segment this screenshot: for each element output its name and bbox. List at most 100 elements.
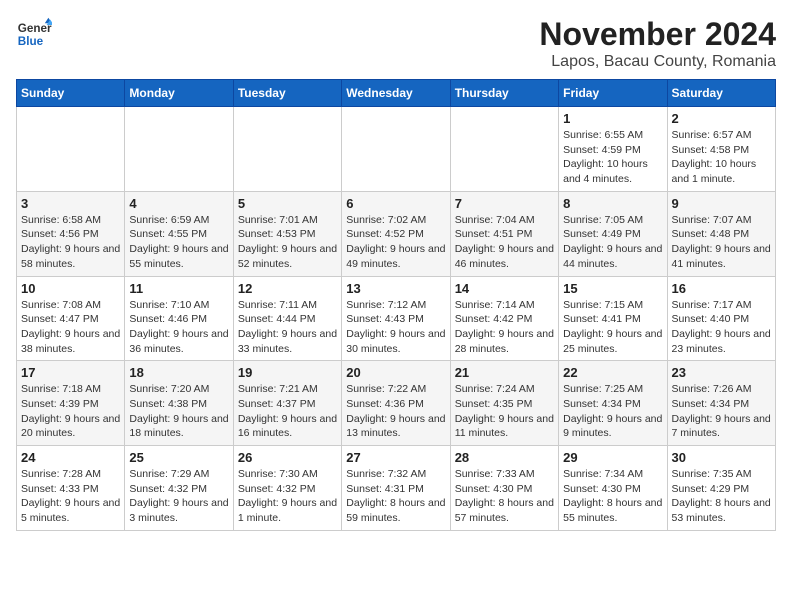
day-info: Sunrise: 7:05 AM Sunset: 4:49 PM Dayligh… [563, 213, 662, 272]
day-info: Sunrise: 6:58 AM Sunset: 4:56 PM Dayligh… [21, 213, 120, 272]
calendar-cell: 16Sunrise: 7:17 AM Sunset: 4:40 PM Dayli… [667, 276, 775, 361]
day-number: 9 [672, 196, 771, 211]
day-info: Sunrise: 7:11 AM Sunset: 4:44 PM Dayligh… [238, 298, 337, 357]
day-number: 22 [563, 365, 662, 380]
day-info: Sunrise: 7:07 AM Sunset: 4:48 PM Dayligh… [672, 213, 771, 272]
day-number: 25 [129, 450, 228, 465]
day-number: 19 [238, 365, 337, 380]
calendar-cell [450, 107, 558, 192]
day-number: 18 [129, 365, 228, 380]
calendar-cell: 19 Sunrise: 7:21 AM Sunset: 4:37 PM Dayli… [233, 361, 341, 446]
calendar-cell [233, 107, 341, 192]
day-number: 12 [238, 281, 337, 296]
calendar-cell: 7 Sunrise: 7:04 AM Sunset: 4:51 PM Daylig… [450, 191, 558, 276]
calendar-cell: 4 Sunrise: 6:59 AM Sunset: 4:55 PM Daylig… [125, 191, 233, 276]
month-year-title: November 2024 [539, 16, 776, 53]
weekday-header: Monday [125, 80, 233, 107]
weekday-header: Tuesday [233, 80, 341, 107]
day-number: 5 [238, 196, 337, 211]
day-info: Sunrise: 7:12 AM Sunset: 4:43 PM Dayligh… [346, 298, 445, 357]
day-number: 4 [129, 196, 228, 211]
weekday-header: Friday [559, 80, 667, 107]
calendar-week-row: 17Sunrise: 7:18 AM Sunset: 4:39 PM Dayli… [17, 361, 776, 446]
day-number: 17 [21, 365, 120, 380]
day-number: 7 [455, 196, 554, 211]
day-info: Sunrise: 7:32 AM Sunset: 4:31 PM Dayligh… [346, 467, 445, 526]
logo-icon: General Blue [16, 16, 52, 52]
calendar-cell: 20 Sunrise: 7:22 AM Sunset: 4:36 PM Dayli… [342, 361, 450, 446]
day-info: Sunrise: 7:33 AM Sunset: 4:30 PM Dayligh… [455, 467, 554, 526]
day-number: 23 [672, 365, 771, 380]
calendar-table: SundayMondayTuesdayWednesdayThursdayFrid… [16, 79, 776, 531]
day-number: 3 [21, 196, 120, 211]
day-number: 1 [563, 111, 662, 126]
weekday-header: Thursday [450, 80, 558, 107]
day-number: 2 [672, 111, 771, 126]
calendar-header: SundayMondayTuesdayWednesdayThursdayFrid… [17, 80, 776, 107]
day-number: 24 [21, 450, 120, 465]
calendar-week-row: 3 Sunrise: 6:58 AM Sunset: 4:56 PM Daylig… [17, 191, 776, 276]
day-number: 20 [346, 365, 445, 380]
calendar-cell: 3 Sunrise: 6:58 AM Sunset: 4:56 PM Daylig… [17, 191, 125, 276]
day-info: Sunrise: 7:17 AM Sunset: 4:40 PM Dayligh… [672, 298, 771, 357]
location-subtitle: Lapos, Bacau County, Romania [539, 53, 776, 71]
svg-text:Blue: Blue [18, 35, 44, 48]
day-number: 6 [346, 196, 445, 211]
day-info: Sunrise: 7:02 AM Sunset: 4:52 PM Dayligh… [346, 213, 445, 272]
calendar-cell: 14 Sunrise: 7:14 AM Sunset: 4:42 PM Dayli… [450, 276, 558, 361]
day-number: 8 [563, 196, 662, 211]
day-info: Sunrise: 6:55 AM Sunset: 4:59 PM Dayligh… [563, 128, 662, 187]
day-number: 29 [563, 450, 662, 465]
logo: General Blue [16, 16, 52, 52]
svg-text:General: General [18, 22, 52, 35]
day-number: 13 [346, 281, 445, 296]
calendar-cell: 27 Sunrise: 7:32 AM Sunset: 4:31 PM Dayli… [342, 446, 450, 531]
calendar-cell: 6 Sunrise: 7:02 AM Sunset: 4:52 PM Daylig… [342, 191, 450, 276]
day-number: 14 [455, 281, 554, 296]
day-info: Sunrise: 7:24 AM Sunset: 4:35 PM Dayligh… [455, 382, 554, 441]
calendar-week-row: 24 Sunrise: 7:28 AM Sunset: 4:33 PM Dayli… [17, 446, 776, 531]
day-info: Sunrise: 7:34 AM Sunset: 4:30 PM Dayligh… [563, 467, 662, 526]
day-info: Sunrise: 7:30 AM Sunset: 4:32 PM Dayligh… [238, 467, 337, 526]
calendar-cell [17, 107, 125, 192]
calendar-cell: 23 Sunrise: 7:26 AM Sunset: 4:34 PM Dayli… [667, 361, 775, 446]
weekday-header: Wednesday [342, 80, 450, 107]
calendar-cell: 2Sunrise: 6:57 AM Sunset: 4:58 PM Daylig… [667, 107, 775, 192]
day-number: 15 [563, 281, 662, 296]
day-info: Sunrise: 7:14 AM Sunset: 4:42 PM Dayligh… [455, 298, 554, 357]
calendar-cell [125, 107, 233, 192]
day-info: Sunrise: 7:08 AM Sunset: 4:47 PM Dayligh… [21, 298, 120, 357]
calendar-cell: 13 Sunrise: 7:12 AM Sunset: 4:43 PM Dayli… [342, 276, 450, 361]
calendar-cell [342, 107, 450, 192]
weekday-header: Saturday [667, 80, 775, 107]
day-info: Sunrise: 7:21 AM Sunset: 4:37 PM Dayligh… [238, 382, 337, 441]
calendar-cell: 26 Sunrise: 7:30 AM Sunset: 4:32 PM Dayli… [233, 446, 341, 531]
title-block: November 2024 Lapos, Bacau County, Roman… [539, 16, 776, 71]
day-info: Sunrise: 7:28 AM Sunset: 4:33 PM Dayligh… [21, 467, 120, 526]
calendar-cell: 30Sunrise: 7:35 AM Sunset: 4:29 PM Dayli… [667, 446, 775, 531]
day-info: Sunrise: 6:59 AM Sunset: 4:55 PM Dayligh… [129, 213, 228, 272]
calendar-cell: 11Sunrise: 7:10 AM Sunset: 4:46 PM Dayli… [125, 276, 233, 361]
calendar-cell: 25 Sunrise: 7:29 AM Sunset: 4:32 PM Dayli… [125, 446, 233, 531]
day-number: 27 [346, 450, 445, 465]
calendar-cell: 24 Sunrise: 7:28 AM Sunset: 4:33 PM Dayli… [17, 446, 125, 531]
day-info: Sunrise: 7:25 AM Sunset: 4:34 PM Dayligh… [563, 382, 662, 441]
day-number: 21 [455, 365, 554, 380]
calendar-cell: 28 Sunrise: 7:33 AM Sunset: 4:30 PM Dayli… [450, 446, 558, 531]
day-info: Sunrise: 7:29 AM Sunset: 4:32 PM Dayligh… [129, 467, 228, 526]
calendar-cell: 5 Sunrise: 7:01 AM Sunset: 4:53 PM Daylig… [233, 191, 341, 276]
page-header: General Blue November 2024 Lapos, Bacau … [16, 16, 776, 71]
day-number: 26 [238, 450, 337, 465]
day-info: Sunrise: 7:26 AM Sunset: 4:34 PM Dayligh… [672, 382, 771, 441]
calendar-cell: 18Sunrise: 7:20 AM Sunset: 4:38 PM Dayli… [125, 361, 233, 446]
day-info: Sunrise: 7:04 AM Sunset: 4:51 PM Dayligh… [455, 213, 554, 272]
calendar-cell: 10Sunrise: 7:08 AM Sunset: 4:47 PM Dayli… [17, 276, 125, 361]
calendar-cell: 12 Sunrise: 7:11 AM Sunset: 4:44 PM Dayli… [233, 276, 341, 361]
calendar-cell: 1 Sunrise: 6:55 AM Sunset: 4:59 PM Daylig… [559, 107, 667, 192]
day-number: 28 [455, 450, 554, 465]
calendar-cell: 22 Sunrise: 7:25 AM Sunset: 4:34 PM Dayli… [559, 361, 667, 446]
day-info: Sunrise: 7:15 AM Sunset: 4:41 PM Dayligh… [563, 298, 662, 357]
day-info: Sunrise: 7:22 AM Sunset: 4:36 PM Dayligh… [346, 382, 445, 441]
day-info: Sunrise: 7:01 AM Sunset: 4:53 PM Dayligh… [238, 213, 337, 272]
calendar-week-row: 10Sunrise: 7:08 AM Sunset: 4:47 PM Dayli… [17, 276, 776, 361]
